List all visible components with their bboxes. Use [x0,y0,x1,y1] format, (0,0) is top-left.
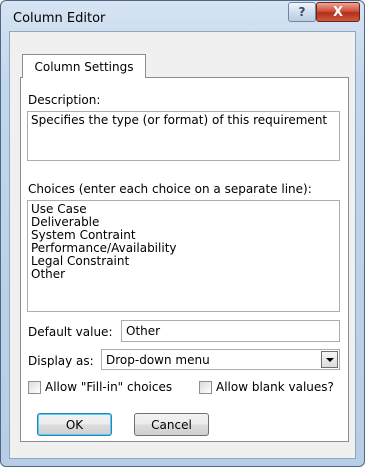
choice-line: Other [31,267,66,281]
chevron-down-icon[interactable] [321,351,338,368]
display-as-value: Drop-down menu [106,353,210,367]
fill-in-checkbox[interactable] [28,381,41,394]
default-value-label: Default value: [28,325,113,339]
window-title: Column Editor [13,11,106,26]
help-icon: ? [298,5,306,19]
blank-values-label: Allow blank values? [216,380,334,394]
column-settings-panel: Description: Specifies the type (or form… [20,77,349,442]
tab-column-settings[interactable]: Column Settings [22,54,146,78]
fill-in-label: Allow "Fill-in" choices [45,380,173,394]
title-bar[interactable]: Column Editor ? X [1,1,364,31]
ok-button[interactable]: OK [37,413,112,436]
display-as-select[interactable]: Drop-down menu [101,349,340,370]
description-textarea[interactable]: Specifies the type (or format) of this r… [27,111,340,161]
help-button[interactable]: ? [288,2,316,22]
default-value-input[interactable]: Other [121,320,340,342]
description-text: Specifies the type (or format) of this r… [31,113,328,127]
choice-line: Legal Constraint [31,254,130,268]
tab-label: Column Settings [34,59,134,74]
ok-label: OK [65,417,84,432]
column-editor-window: Column Editor ? X Column Settings Descri… [0,0,365,467]
cancel-label: Cancel [151,417,192,432]
cancel-button[interactable]: Cancel [134,413,209,436]
close-button[interactable]: X [316,2,360,22]
description-label: Description: [28,93,101,107]
choices-textarea[interactable]: Use Case Deliverable System Contraint Pe… [27,200,340,312]
dialog-client-area: Column Settings Description: Specifies t… [9,31,356,459]
close-icon: X [332,4,344,20]
display-as-label: Display as: [28,354,94,368]
blank-values-checkbox[interactable] [199,381,212,394]
default-value-text: Other [126,324,161,338]
choices-label: Choices (enter each choice on a separate… [28,182,312,196]
